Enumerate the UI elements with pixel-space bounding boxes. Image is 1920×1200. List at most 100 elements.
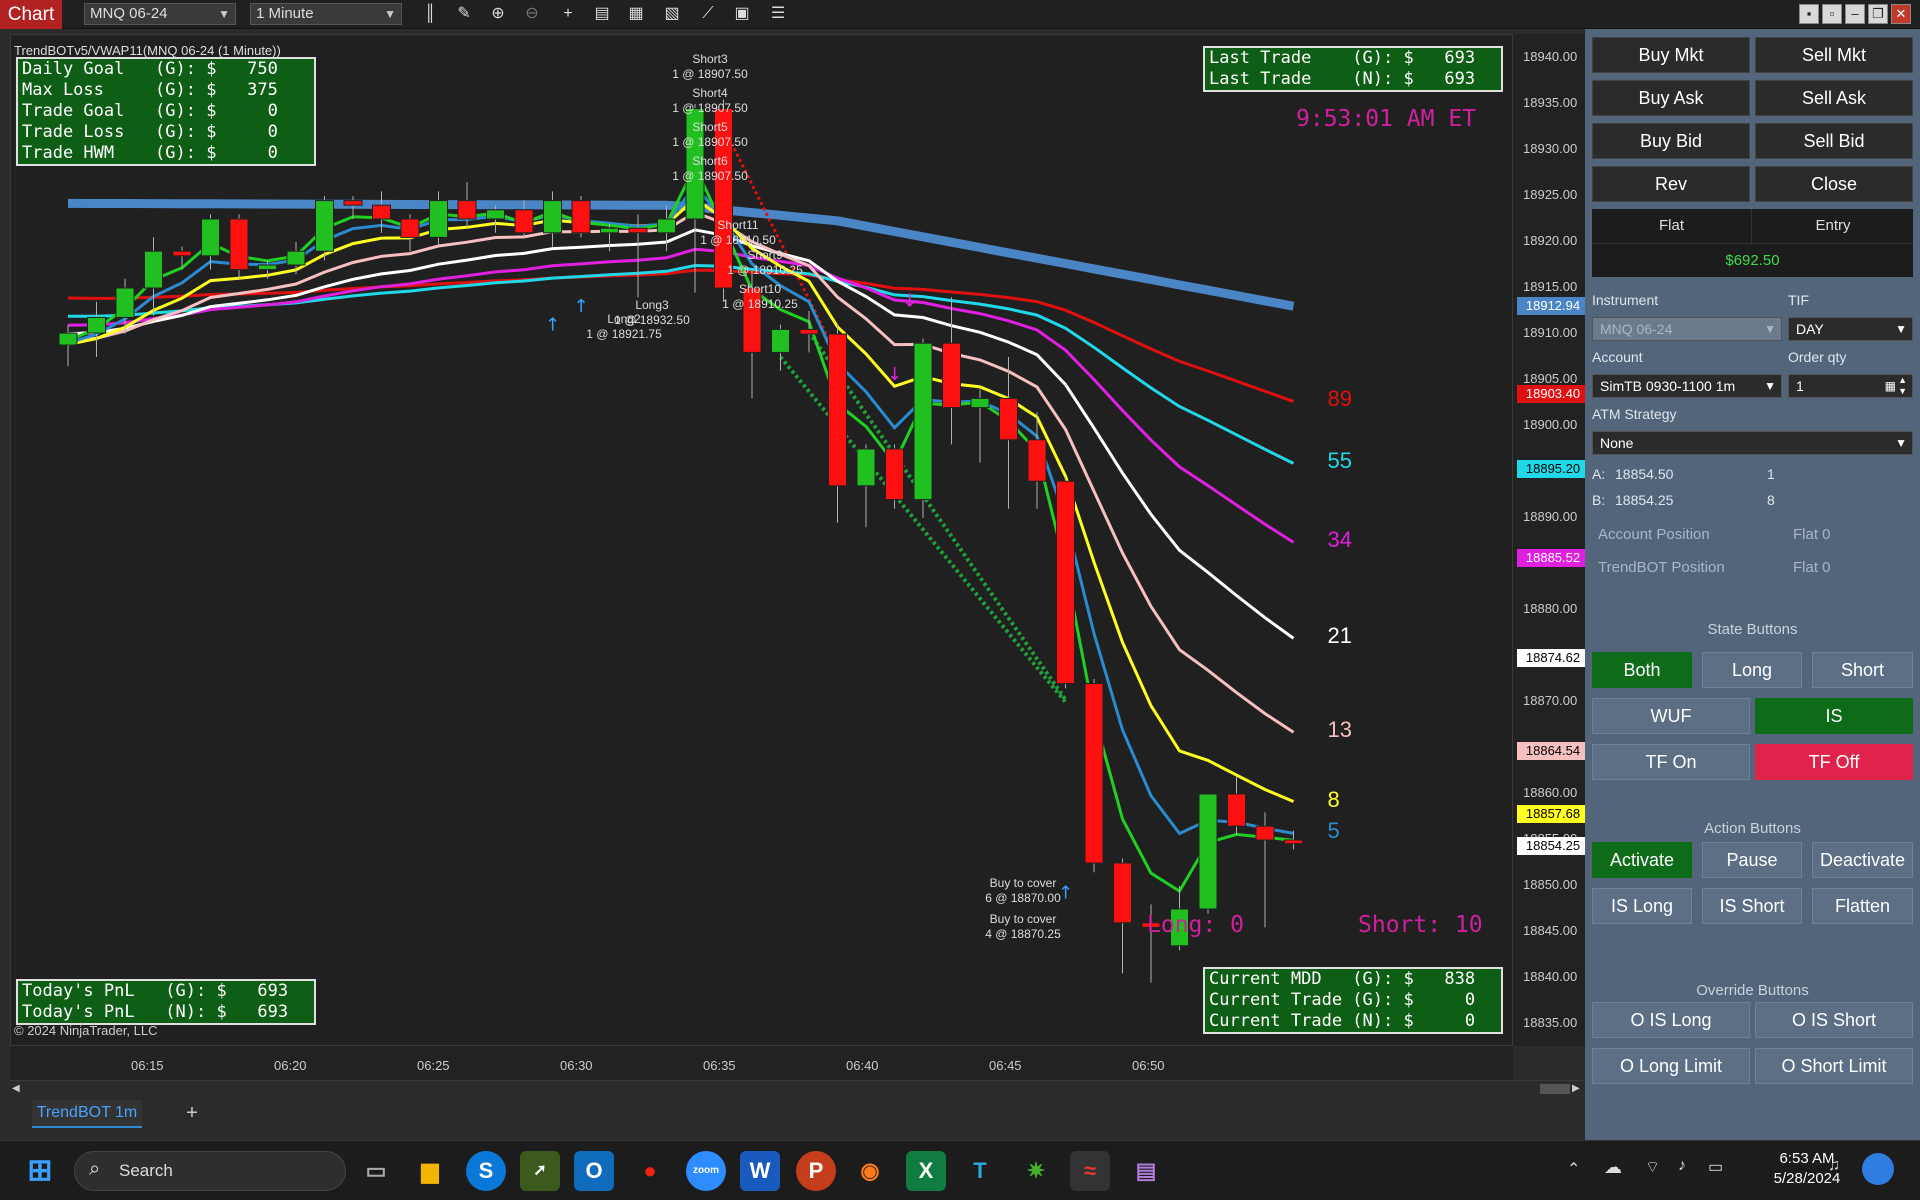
copyright-text: © 2024 NinjaTrader, LLC xyxy=(14,1023,158,1038)
file-explorer-icon[interactable]: ▆ xyxy=(410,1151,450,1191)
battery-icon[interactable]: ▭ xyxy=(1708,1157,1723,1177)
buy-mkt-button[interactable]: Buy Mkt xyxy=(1592,37,1750,73)
powerpoint-icon[interactable]: P xyxy=(796,1151,836,1191)
onedrive-icon[interactable]: ☁ xyxy=(1604,1157,1622,1178)
info-box-line: Current MDD (G): $ 838 xyxy=(1209,969,1476,989)
sell-arrow-icon: ↓ xyxy=(902,290,917,311)
maximize-button[interactable]: ❐ xyxy=(1868,4,1888,24)
trade-execution-label: Short10 1 @ 18910.25 xyxy=(722,282,798,311)
time-tick-label: 06:30 xyxy=(560,1058,593,1073)
o-short-limit-button[interactable]: O Short Limit xyxy=(1755,1048,1913,1084)
add-tab-button[interactable]: + xyxy=(180,1102,204,1126)
tradingview-icon[interactable]: T xyxy=(960,1151,1000,1191)
is-long-button[interactable]: IS Long xyxy=(1592,888,1692,924)
excel-icon[interactable]: X xyxy=(906,1151,946,1191)
data-box-icon[interactable]: ▤ xyxy=(590,3,614,25)
order-qty-stepper[interactable]: 1 ▦ ▲ ▼ xyxy=(1788,374,1913,398)
trade-execution-label: Short6 1 @ 18907.50 xyxy=(672,154,748,183)
horizontal-scrollbar[interactable]: ◀ ▶ xyxy=(10,1080,1585,1096)
interval-select[interactable]: 1 Minute ▼ xyxy=(250,3,402,25)
skype-icon[interactable]: S xyxy=(466,1151,506,1191)
copilot-icon[interactable] xyxy=(1862,1153,1894,1185)
drawing-tool-icon[interactable]: ✎ xyxy=(452,3,476,25)
chart-menu-label[interactable]: Chart xyxy=(0,0,62,29)
word-icon[interactable]: W xyxy=(740,1151,780,1191)
o-is-long-button[interactable]: O IS Long xyxy=(1592,1002,1750,1038)
buy-ask-button[interactable]: Buy Ask xyxy=(1592,80,1750,116)
minimize-button[interactable]: – xyxy=(1845,4,1865,24)
pin-icon[interactable]: ▫ xyxy=(1822,4,1842,24)
trade-execution-label: Buy to cover 6 @ 18870.00 xyxy=(985,876,1061,905)
stepper-arrows-icon[interactable]: ▲ ▼ xyxy=(1898,375,1907,397)
account-select[interactable]: SimTB 0930-1100 1m ▼ xyxy=(1592,374,1782,398)
close-button[interactable]: Close xyxy=(1755,166,1913,202)
chart-trader-icon[interactable]: ▦ xyxy=(624,3,648,25)
chevron-down-icon: ▼ xyxy=(1895,322,1907,336)
zoom-icon[interactable]: zoom xyxy=(686,1151,726,1191)
sell-bid-button[interactable]: Sell Bid xyxy=(1755,123,1913,159)
firefox-icon[interactable]: ◉ xyxy=(850,1151,890,1191)
properties-list-icon[interactable]: ☰ xyxy=(766,3,790,25)
outlook-icon[interactable]: O xyxy=(574,1151,614,1191)
both-button[interactable]: Both xyxy=(1592,652,1692,688)
price-axis[interactable]: 18940.00 18935.00 18930.00 18925.00 18920.00… xyxy=(1513,34,1589,1046)
app-star-icon[interactable]: ✷ xyxy=(1016,1151,1056,1191)
scroll-right-icon[interactable]: ▶ xyxy=(1572,1083,1580,1094)
crosshair-icon[interactable]: + xyxy=(556,3,580,25)
tf-off-button[interactable]: TF Off xyxy=(1755,744,1913,780)
task-view-icon[interactable]: ▭ xyxy=(356,1151,396,1191)
close-button[interactable]: ✕ xyxy=(1891,4,1911,24)
volume-icon[interactable]: ♪ xyxy=(1678,1157,1686,1175)
tif-select[interactable]: DAY ▼ xyxy=(1788,317,1913,341)
atm-strategy-select[interactable]: None ▼ xyxy=(1592,431,1913,455)
bid-label: B: xyxy=(1592,492,1606,508)
tab-trendbot-1m[interactable]: TrendBOT 1m xyxy=(32,1100,142,1128)
templates-icon[interactable]: ▧ xyxy=(660,3,684,25)
wuf-button[interactable]: WUF xyxy=(1592,698,1750,734)
scroll-left-icon[interactable]: ◀ xyxy=(12,1083,20,1094)
indicators-icon[interactable]: ⟋ xyxy=(696,3,720,25)
strategies-icon[interactable]: ▣ xyxy=(730,3,754,25)
rev-button[interactable]: Rev xyxy=(1592,166,1750,202)
activate-button[interactable]: Activate xyxy=(1592,842,1692,878)
tile-icon[interactable]: ▪ xyxy=(1799,4,1819,24)
windows-start-icon[interactable]: ⊞ xyxy=(20,1151,60,1191)
chart-plot-area[interactable]: ↑ ↑ ↓ ↓ ↑ xyxy=(10,34,1513,1046)
bars-type-icon[interactable]: ║ xyxy=(418,3,442,25)
record-icon[interactable]: ● xyxy=(630,1151,670,1191)
o-is-short-button[interactable]: O IS Short xyxy=(1755,1002,1913,1038)
app-window-icon[interactable]: ▤ xyxy=(1126,1151,1166,1191)
is-button[interactable]: IS xyxy=(1755,698,1913,734)
zoom-in-icon[interactable]: ⊕ xyxy=(486,3,510,25)
deactivate-button[interactable]: Deactivate xyxy=(1812,842,1913,878)
entry-label: Entry xyxy=(1815,217,1851,234)
zoom-out-icon[interactable]: ⊖ xyxy=(520,3,544,25)
sell-mkt-button[interactable]: Sell Mkt xyxy=(1755,37,1913,73)
wifi-icon[interactable]: ⌔ xyxy=(1645,1157,1660,1177)
ninjatrader-icon[interactable]: ≈ xyxy=(1070,1151,1110,1191)
candle-body xyxy=(87,316,106,334)
notification-bell-icon[interactable]: ♫ xyxy=(1828,1157,1840,1175)
chart-trader-panel: Buy Mkt Sell Mkt Buy Ask Sell Ask Buy Bid Sel… xyxy=(1585,29,1920,1140)
long-button[interactable]: Long xyxy=(1702,652,1802,688)
taskbar-search-input[interactable]: ⌕ Search xyxy=(74,1151,346,1191)
app-arrow-icon[interactable]: ➚ xyxy=(520,1151,560,1191)
sell-ask-button[interactable]: Sell Ask xyxy=(1755,80,1913,116)
buy-bid-button[interactable]: Buy Bid xyxy=(1592,123,1750,159)
candle-body xyxy=(115,287,135,318)
ask-size: 1 xyxy=(1767,466,1775,482)
flatten-button[interactable]: Flatten xyxy=(1812,888,1913,924)
tf-on-button[interactable]: TF On xyxy=(1592,744,1750,780)
is-short-button[interactable]: IS Short xyxy=(1702,888,1802,924)
short-button[interactable]: Short xyxy=(1812,652,1913,688)
o-long-limit-button[interactable]: O Long Limit xyxy=(1592,1048,1750,1084)
instrument-select[interactable]: MNQ 06-24 ▼ xyxy=(84,3,236,25)
panel-instrument-select[interactable]: MNQ 06-24 ▼ xyxy=(1592,317,1782,341)
price-tick-label: 18915.00 xyxy=(1523,279,1578,294)
candle-body xyxy=(201,218,220,257)
trendbot-position-value: Flat 0 xyxy=(1793,559,1831,576)
tray-chevron-up-icon[interactable]: ⌃ xyxy=(1567,1159,1580,1179)
calculator-icon[interactable]: ▦ xyxy=(1885,375,1896,397)
pause-button[interactable]: Pause xyxy=(1702,842,1802,878)
scroll-thumb[interactable] xyxy=(1540,1084,1570,1094)
